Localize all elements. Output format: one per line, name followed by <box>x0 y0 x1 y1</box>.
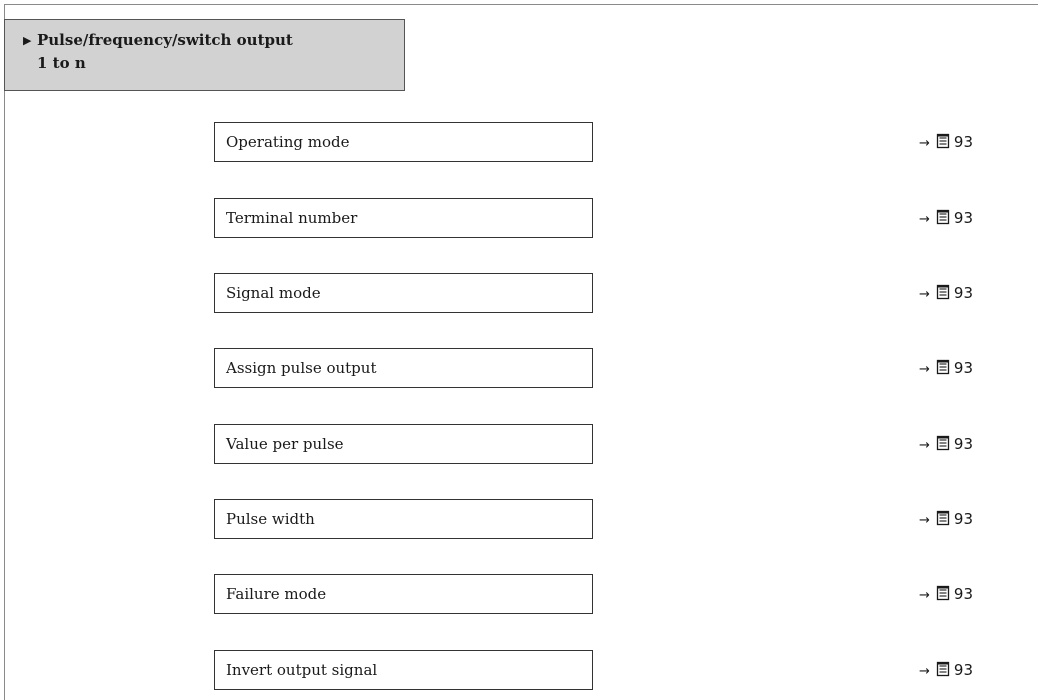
parameter-value-per-pulse[interactable]: Value per pulse <box>214 424 593 464</box>
parameter-signal-mode[interactable]: Signal mode <box>214 273 593 313</box>
book-page-icon <box>936 426 950 466</box>
arrow-right-icon: → <box>919 588 930 603</box>
parameter-row: Failure mode → 93 <box>214 574 994 614</box>
parameter-invert-output-signal[interactable]: Invert output signal <box>214 650 593 690</box>
arrow-right-icon: → <box>919 513 930 528</box>
parameter-failure-mode[interactable]: Failure mode <box>214 574 593 614</box>
parameter-row: Pulse width → 93 <box>214 499 994 539</box>
page-reference[interactable]: → 93 <box>919 424 973 464</box>
book-page-icon <box>936 124 950 164</box>
submenu-arrow-icon: ▶ <box>23 34 32 47</box>
parameter-assign-pulse-output[interactable]: Assign pulse output <box>214 348 593 388</box>
submenu-header[interactable]: ▶ Pulse/frequency/switch output 1 to n <box>4 19 405 91</box>
page-number: 93 <box>953 359 973 377</box>
book-page-icon <box>936 200 950 240</box>
page-reference[interactable]: → 93 <box>919 273 973 313</box>
arrow-right-icon: → <box>919 136 930 151</box>
submenu-title-line2: 1 to n <box>37 54 86 72</box>
book-page-icon <box>936 275 950 315</box>
page-reference[interactable]: → 93 <box>919 122 973 162</box>
parameter-row: Signal mode → 93 <box>214 273 994 313</box>
page-reference[interactable]: → 93 <box>919 198 973 238</box>
book-page-icon <box>936 652 950 692</box>
page-number: 93 <box>953 133 973 151</box>
arrow-right-icon: → <box>919 287 930 302</box>
arrow-right-icon: → <box>919 438 930 453</box>
parameter-row: Operating mode → 93 <box>214 122 994 162</box>
page-reference[interactable]: → 93 <box>919 348 973 388</box>
page-number: 93 <box>953 585 973 603</box>
page-reference[interactable]: → 93 <box>919 499 973 539</box>
arrow-right-icon: → <box>919 362 930 377</box>
arrow-right-icon: → <box>919 212 930 227</box>
page-number: 93 <box>953 435 973 453</box>
page-reference[interactable]: → 93 <box>919 574 973 614</box>
parameter-terminal-number[interactable]: Terminal number <box>214 198 593 238</box>
page-reference[interactable]: → 93 <box>919 650 973 690</box>
page-number: 93 <box>953 209 973 227</box>
page-number: 93 <box>953 284 973 302</box>
book-page-icon <box>936 350 950 390</box>
page-number: 93 <box>953 510 973 528</box>
parameter-operating-mode[interactable]: Operating mode <box>214 122 593 162</box>
parameter-row: Value per pulse → 93 <box>214 424 994 464</box>
page-number: 93 <box>953 661 973 679</box>
parameter-pulse-width[interactable]: Pulse width <box>214 499 593 539</box>
book-page-icon <box>936 576 950 616</box>
parameter-row: Assign pulse output → 93 <box>214 348 994 388</box>
arrow-right-icon: → <box>919 664 930 679</box>
parameter-row: Invert output signal → 93 <box>214 650 994 690</box>
submenu-title-line1: Pulse/frequency/switch output <box>37 31 293 49</box>
book-page-icon <box>936 501 950 541</box>
parameter-row: Terminal number → 93 <box>214 198 994 238</box>
